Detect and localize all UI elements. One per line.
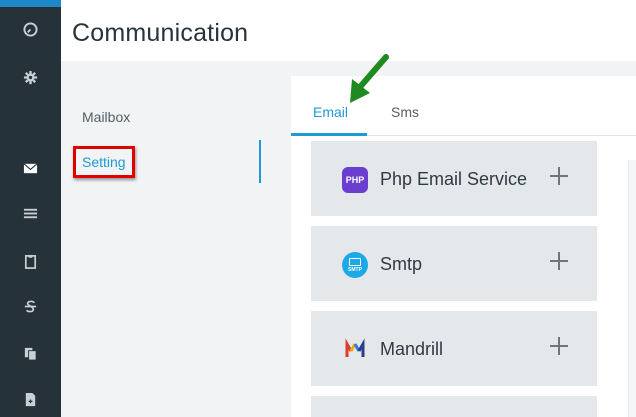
rail-accent-bar: [0, 0, 61, 7]
strikethrough-icon[interactable]: [18, 294, 42, 318]
menu-item-mailbox[interactable]: Mailbox: [82, 109, 130, 125]
green-arrow-annotation: [350, 54, 389, 103]
settings-panel: Email Sms PHP Php Email Service SMTP Smt…: [291, 76, 636, 417]
service-label: Php Email Service: [380, 169, 528, 189]
document-icon[interactable]: [18, 387, 42, 411]
page-title: Communication: [72, 19, 249, 47]
php-icon: PHP: [342, 167, 368, 193]
service-label: Mandrill: [380, 339, 444, 359]
dashboard-icon[interactable]: [18, 17, 42, 41]
gear-icon[interactable]: [18, 65, 42, 89]
list-icon[interactable]: [18, 201, 42, 225]
smtp-icon: SMTP: [342, 252, 368, 278]
mail-icon[interactable]: [18, 156, 42, 180]
clipboard-icon[interactable]: [18, 249, 42, 273]
envelope-glyph: [349, 257, 361, 266]
add-php-button[interactable]: [548, 165, 570, 187]
sidebar-rail: [0, 0, 61, 417]
add-mandrill-button[interactable]: [548, 335, 570, 357]
smtp-icon-text: SMTP: [348, 266, 362, 273]
service-card-php[interactable]: PHP Php Email Service: [311, 141, 597, 216]
side-column: [628, 160, 636, 417]
service-label: Smtp: [380, 254, 423, 274]
active-menu-indicator: [259, 140, 261, 183]
tab-sms[interactable]: Sms: [391, 104, 419, 120]
highlight-box: [73, 146, 135, 178]
page-header: Communication: [61, 0, 636, 61]
service-card-partial[interactable]: [311, 396, 597, 417]
service-card-smtp[interactable]: SMTP Smtp: [311, 226, 597, 301]
active-tab-underline: [291, 133, 367, 136]
mandrill-icon: [345, 338, 365, 357]
service-card-mandrill[interactable]: Mandrill: [311, 311, 597, 386]
add-smtp-button[interactable]: [548, 250, 570, 272]
php-icon-text: PHP: [345, 175, 365, 185]
copy-icon[interactable]: [18, 341, 42, 365]
